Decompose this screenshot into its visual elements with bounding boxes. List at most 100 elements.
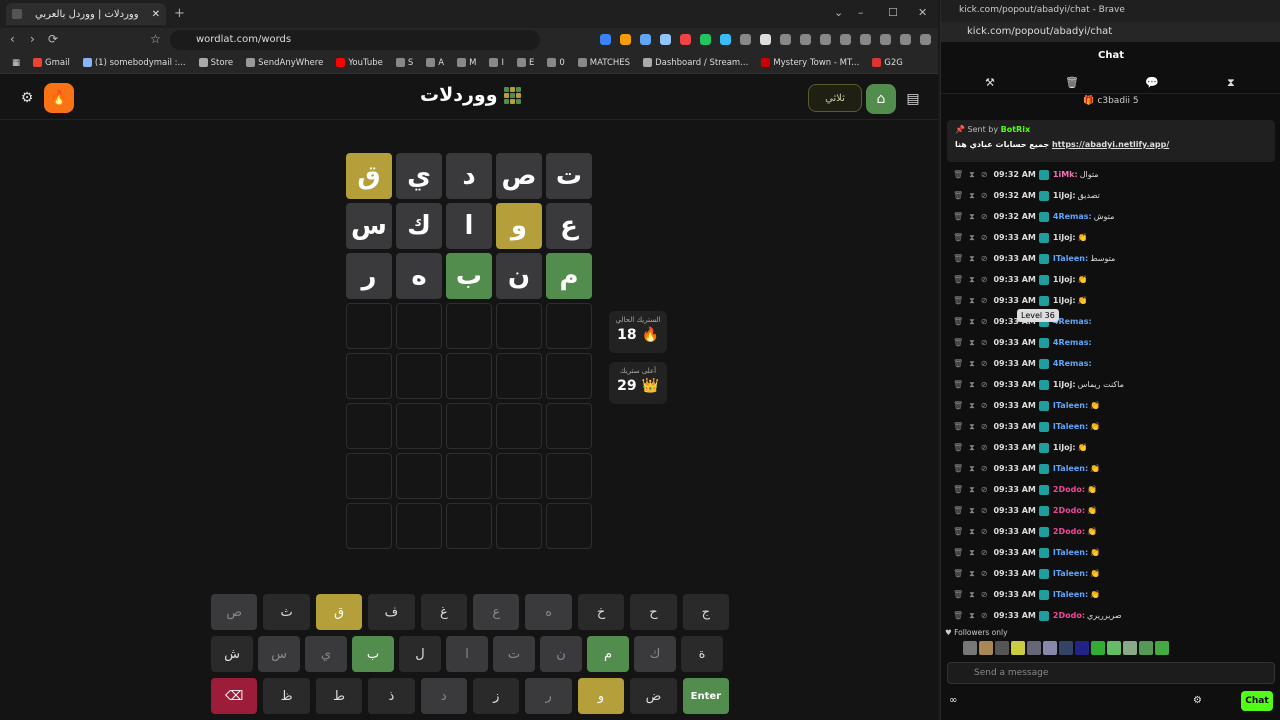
delete-icon[interactable]: 🗑 xyxy=(953,485,963,494)
close-tab-icon[interactable]: ✕ xyxy=(152,9,160,20)
ban-icon[interactable]: ⊘ xyxy=(981,212,988,221)
timeout-icon[interactable]: ⧗ xyxy=(969,380,975,390)
message-username[interactable]: 2Dodo: xyxy=(1053,611,1085,620)
bookmark-item[interactable]: MATCHES xyxy=(577,58,630,68)
message-username[interactable]: 2Dodo: xyxy=(1053,506,1085,515)
ban-icon[interactable]: ⊘ xyxy=(981,464,988,473)
key[interactable]: ه xyxy=(525,594,572,630)
delete-icon[interactable]: 🗑 xyxy=(953,170,963,179)
delete-icon[interactable]: 🗑 xyxy=(953,275,963,284)
key[interactable]: ف xyxy=(368,594,415,630)
key[interactable]: ن xyxy=(540,636,582,672)
key[interactable]: ع xyxy=(473,594,520,630)
minimize-button[interactable]: – xyxy=(858,6,864,19)
key[interactable]: ز xyxy=(473,678,520,714)
emote-icon[interactable] xyxy=(995,641,1009,655)
mode-button[interactable]: ثلاثي xyxy=(808,84,862,112)
timeout-icon[interactable]: ⧗ xyxy=(969,275,975,285)
back-icon[interactable]: ‹ xyxy=(10,32,15,46)
key[interactable]: و xyxy=(577,678,625,714)
ban-icon[interactable]: ⊘ xyxy=(981,191,988,200)
ban-icon[interactable]: ⊘ xyxy=(981,443,988,452)
ban-icon[interactable]: ⊘ xyxy=(981,338,988,347)
delete-icon[interactable]: 🗑 xyxy=(953,338,963,347)
timeout-icon[interactable]: ⧗ xyxy=(969,422,975,432)
chat-send-button[interactable]: Chat xyxy=(1241,691,1273,711)
message-username[interactable]: 1iJoj: xyxy=(1053,233,1076,242)
timeout-icon[interactable]: ⧗ xyxy=(969,233,975,243)
pinned-link[interactable]: https://abadyi.netlify.app/ xyxy=(1052,140,1169,149)
emote-icon[interactable] xyxy=(1027,641,1041,655)
url-input[interactable]: wordlat.com/words xyxy=(170,30,540,50)
message-username[interactable]: 1iJoj: xyxy=(1053,296,1076,305)
delete-icon[interactable]: 🗑 xyxy=(953,212,963,221)
ban-icon[interactable]: ⊘ xyxy=(981,317,988,326)
key[interactable]: ص xyxy=(211,594,258,630)
settings-icon[interactable]: ∞ xyxy=(949,695,957,706)
hourglass-icon[interactable]: ⧗ xyxy=(1227,76,1235,90)
key[interactable]: غ xyxy=(420,594,468,630)
extension-icon[interactable] xyxy=(820,34,831,45)
message-username[interactable]: ITaleen: xyxy=(1053,548,1088,557)
gear-icon[interactable]: ⚙ xyxy=(1193,695,1202,706)
ban-icon[interactable]: ⊘ xyxy=(981,527,988,536)
message-input[interactable]: Send a message xyxy=(947,662,1275,684)
extension-icon[interactable] xyxy=(860,34,871,45)
delete-icon[interactable]: 🗑 xyxy=(953,191,963,200)
key[interactable]: م xyxy=(587,636,629,672)
extension-icon[interactable] xyxy=(740,34,751,45)
extension-icon[interactable] xyxy=(600,34,611,45)
extension-icon[interactable] xyxy=(760,34,771,45)
timeout-icon[interactable]: ⧗ xyxy=(969,443,975,453)
message-username[interactable]: 1iJoj: xyxy=(1053,191,1076,200)
timeout-icon[interactable]: ⧗ xyxy=(969,317,975,327)
delete-icon[interactable]: 🗑 xyxy=(953,527,963,536)
message-username[interactable]: 4Remas: xyxy=(1053,338,1092,347)
browser-tab[interactable]: ووردلات | ووردل بالعربي ✕ xyxy=(6,3,166,25)
bookmark-item[interactable]: 0 xyxy=(547,58,565,68)
close-window-button[interactable]: ✕ xyxy=(918,6,927,19)
timeout-icon[interactable]: ⧗ xyxy=(969,191,975,201)
extension-icon[interactable] xyxy=(620,34,631,45)
key[interactable]: خ xyxy=(577,594,625,630)
bookmark-item[interactable]: M xyxy=(457,58,476,68)
key[interactable]: د xyxy=(420,678,468,714)
extension-icon[interactable] xyxy=(660,34,671,45)
timeout-icon[interactable]: ⧗ xyxy=(969,548,975,558)
ban-icon[interactable]: ⊘ xyxy=(981,275,988,284)
extension-icon[interactable] xyxy=(880,34,891,45)
key[interactable]: ة xyxy=(681,636,723,672)
ban-icon[interactable]: ⊘ xyxy=(981,506,988,515)
apps-icon[interactable]: ▦ xyxy=(12,58,20,68)
timeout-icon[interactable]: ⧗ xyxy=(969,254,975,264)
timeout-icon[interactable]: ⧗ xyxy=(969,296,975,306)
bookmark-item[interactable]: SendAnyWhere xyxy=(246,58,323,68)
delete-icon[interactable]: 🗑 xyxy=(953,317,963,326)
delete-icon[interactable]: 🗑 xyxy=(953,254,963,263)
emote-icon[interactable] xyxy=(963,641,977,655)
ban-icon[interactable]: ⊘ xyxy=(981,401,988,410)
bookmark-item[interactable]: G2G xyxy=(872,58,903,68)
timeout-icon[interactable]: ⧗ xyxy=(969,359,975,369)
bookmark-item[interactable]: S xyxy=(395,58,413,68)
key[interactable]: ت xyxy=(493,636,535,672)
bookmark-item[interactable]: (1) somebodymail :... xyxy=(82,58,186,68)
reload-icon[interactable]: ⟳ xyxy=(48,32,58,46)
chart-icon[interactable]: ▤ xyxy=(898,84,928,114)
timeout-icon[interactable]: ⧗ xyxy=(969,527,975,537)
hammer-icon[interactable]: ⚒ xyxy=(985,76,995,89)
ban-icon[interactable]: ⊘ xyxy=(981,485,988,494)
message-username[interactable]: 1iJoj: xyxy=(1053,443,1076,452)
ban-icon[interactable]: ⊘ xyxy=(981,170,988,179)
delete-icon[interactable]: 🗑 xyxy=(953,296,963,305)
timeout-icon[interactable]: ⧗ xyxy=(969,212,975,222)
emote-icon[interactable] xyxy=(1075,641,1089,655)
message-username[interactable]: 1iJoj: xyxy=(1053,275,1076,284)
key[interactable]: ث xyxy=(263,594,310,630)
emote-icon[interactable] xyxy=(1043,641,1057,655)
ban-icon[interactable]: ⊘ xyxy=(981,380,988,389)
key[interactable]: ك xyxy=(634,636,676,672)
delete-icon[interactable]: 🗑 xyxy=(953,401,963,410)
timeout-icon[interactable]: ⧗ xyxy=(969,401,975,411)
ban-icon[interactable]: ⊘ xyxy=(981,611,988,620)
